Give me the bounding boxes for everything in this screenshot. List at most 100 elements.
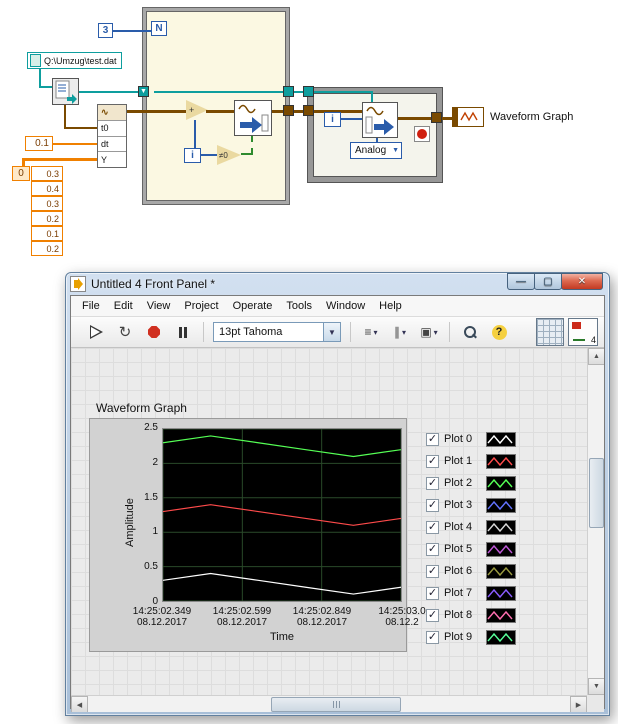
graph-label[interactable]: Waveform Graph bbox=[96, 401, 187, 415]
plot-visible-checkbox[interactable]: ✓ bbox=[426, 608, 439, 622]
tunnel-auto-index[interactable]: ▼ bbox=[138, 86, 149, 97]
distribute-objects-button[interactable]: ∥ ▾ bbox=[389, 321, 411, 343]
plot-color-swatch[interactable] bbox=[486, 585, 516, 601]
pause-button[interactable] bbox=[172, 321, 194, 343]
minimize-button[interactable]: — bbox=[507, 273, 535, 290]
plot-color-swatch[interactable] bbox=[486, 541, 516, 557]
iteration-terminal[interactable]: i bbox=[184, 148, 201, 163]
align-objects-button[interactable]: ≡ ▾ bbox=[360, 321, 382, 343]
wire[interactable] bbox=[64, 105, 66, 129]
wire[interactable] bbox=[79, 91, 143, 93]
run-continuously-button[interactable]: ↻ bbox=[114, 321, 136, 343]
panel-order-icon[interactable]: 4 bbox=[568, 318, 598, 346]
enum-constant-analog[interactable]: Analog ▼ bbox=[350, 142, 402, 159]
plot-color-swatch[interactable] bbox=[486, 431, 516, 447]
scroll-left-button[interactable]: ◀ bbox=[71, 696, 88, 712]
plot-visible-checkbox[interactable]: ✓ bbox=[426, 476, 439, 490]
abort-button[interactable] bbox=[143, 321, 165, 343]
wire[interactable] bbox=[64, 127, 97, 129]
iteration-terminal[interactable]: i bbox=[324, 112, 341, 127]
build-waveform-node[interactable]: ∿ t0 dt Y bbox=[97, 104, 127, 168]
search-button[interactable] bbox=[459, 321, 481, 343]
wire[interactable] bbox=[201, 154, 217, 156]
menu-item-edit[interactable]: Edit bbox=[107, 298, 140, 314]
font-selector[interactable]: 13pt Tahoma ▼ bbox=[213, 322, 341, 342]
plot-color-swatch[interactable] bbox=[486, 453, 516, 469]
grid-icon[interactable] bbox=[536, 318, 564, 346]
scroll-right-button[interactable]: ▶ bbox=[570, 696, 587, 712]
wire[interactable] bbox=[398, 117, 433, 120]
wire[interactable] bbox=[206, 110, 234, 113]
menu-item-file[interactable]: File bbox=[75, 298, 107, 314]
titlebar[interactable]: Untitled 4 Front Panel * — ▢ ✕ bbox=[70, 273, 605, 295]
wire[interactable] bbox=[194, 120, 196, 148]
vertical-scroll-thumb[interactable] bbox=[589, 458, 604, 528]
array-element[interactable]: 0.2 bbox=[31, 211, 63, 226]
array-element[interactable]: 0.3 bbox=[31, 196, 63, 211]
plot-visible-checkbox[interactable]: ✓ bbox=[426, 498, 439, 512]
array-element[interactable]: 0.3 bbox=[31, 166, 63, 181]
array-element[interactable]: 0.4 bbox=[31, 181, 63, 196]
menu-item-tools[interactable]: Tools bbox=[279, 298, 319, 314]
wire[interactable] bbox=[22, 158, 97, 161]
wire[interactable] bbox=[251, 136, 253, 154]
wire[interactable] bbox=[341, 118, 362, 120]
tunnel[interactable] bbox=[283, 105, 294, 116]
tunnel[interactable] bbox=[283, 86, 294, 97]
wire[interactable] bbox=[314, 91, 373, 93]
plot-color-swatch[interactable] bbox=[486, 563, 516, 579]
vertical-scrollbar[interactable]: ▲ ▼ bbox=[587, 348, 604, 695]
channel-reader-node[interactable] bbox=[362, 102, 398, 138]
file-path-constant[interactable]: Q:\Umzug\test.dat bbox=[27, 52, 122, 69]
count-terminal[interactable]: N bbox=[151, 21, 167, 36]
wire[interactable] bbox=[113, 30, 151, 32]
plot-visible-checkbox[interactable]: ✓ bbox=[426, 564, 439, 578]
plot-visible-checkbox[interactable]: ✓ bbox=[426, 520, 439, 534]
dt-constant[interactable]: 0.1 bbox=[25, 136, 53, 151]
wire[interactable] bbox=[39, 86, 52, 88]
wire[interactable] bbox=[294, 91, 303, 93]
close-button[interactable]: ✕ bbox=[561, 273, 603, 290]
scroll-down-button[interactable]: ▼ bbox=[588, 678, 604, 695]
maximize-button[interactable]: ▢ bbox=[534, 273, 562, 290]
help-button[interactable]: ? bbox=[488, 321, 510, 343]
reorder-objects-button[interactable]: ▣ ▾ bbox=[418, 321, 440, 343]
menu-item-window[interactable]: Window bbox=[319, 298, 372, 314]
wire[interactable] bbox=[442, 117, 452, 120]
plot-color-swatch[interactable] bbox=[486, 497, 516, 513]
waveform-graph-control[interactable]: 2.5 2 1.5 1 0.5 0 Amplitude 14:25:02.349… bbox=[89, 418, 426, 652]
array-element[interactable]: 0.2 bbox=[31, 241, 63, 256]
plot-visible-checkbox[interactable]: ✓ bbox=[426, 630, 439, 644]
menu-item-help[interactable]: Help bbox=[372, 298, 409, 314]
waveform-graph-terminal[interactable] bbox=[452, 107, 484, 127]
array-index[interactable]: 0 bbox=[12, 166, 30, 181]
scroll-up-button[interactable]: ▲ bbox=[588, 348, 604, 365]
loop-count-constant[interactable]: 3 bbox=[98, 23, 113, 38]
menu-item-view[interactable]: View bbox=[140, 298, 178, 314]
run-button[interactable] bbox=[85, 321, 107, 343]
plot-area[interactable] bbox=[162, 428, 402, 602]
plot-visible-checkbox[interactable]: ✓ bbox=[426, 586, 439, 600]
wire[interactable] bbox=[127, 110, 188, 113]
channel-writer-node[interactable] bbox=[234, 100, 272, 136]
wire[interactable] bbox=[154, 91, 283, 93]
loop-condition-terminal[interactable] bbox=[414, 126, 430, 142]
array-element[interactable]: 0.1 bbox=[31, 226, 63, 241]
tunnel[interactable] bbox=[303, 105, 314, 116]
plot-visible-checkbox[interactable]: ✓ bbox=[426, 542, 439, 556]
plot-color-swatch[interactable] bbox=[486, 607, 516, 623]
tunnel[interactable] bbox=[303, 86, 314, 97]
menu-item-operate[interactable]: Operate bbox=[226, 298, 280, 314]
read-binary-file-icon[interactable] bbox=[52, 78, 79, 105]
plot-color-swatch[interactable] bbox=[486, 475, 516, 491]
plot-visible-checkbox[interactable]: ✓ bbox=[426, 454, 439, 468]
horizontal-scroll-thumb[interactable] bbox=[271, 697, 401, 712]
horizontal-scrollbar[interactable]: ◀ ▶ bbox=[71, 695, 587, 712]
front-panel: Waveform Graph 2.5 2 1.5 1 0.5 0 Amplitu… bbox=[71, 348, 604, 712]
plot-color-swatch[interactable] bbox=[486, 519, 516, 535]
plot-color-swatch[interactable] bbox=[486, 629, 516, 645]
menu-item-project[interactable]: Project bbox=[177, 298, 225, 314]
tunnel[interactable] bbox=[431, 112, 442, 123]
plot-visible-checkbox[interactable]: ✓ bbox=[426, 432, 439, 446]
wire[interactable] bbox=[53, 143, 97, 145]
